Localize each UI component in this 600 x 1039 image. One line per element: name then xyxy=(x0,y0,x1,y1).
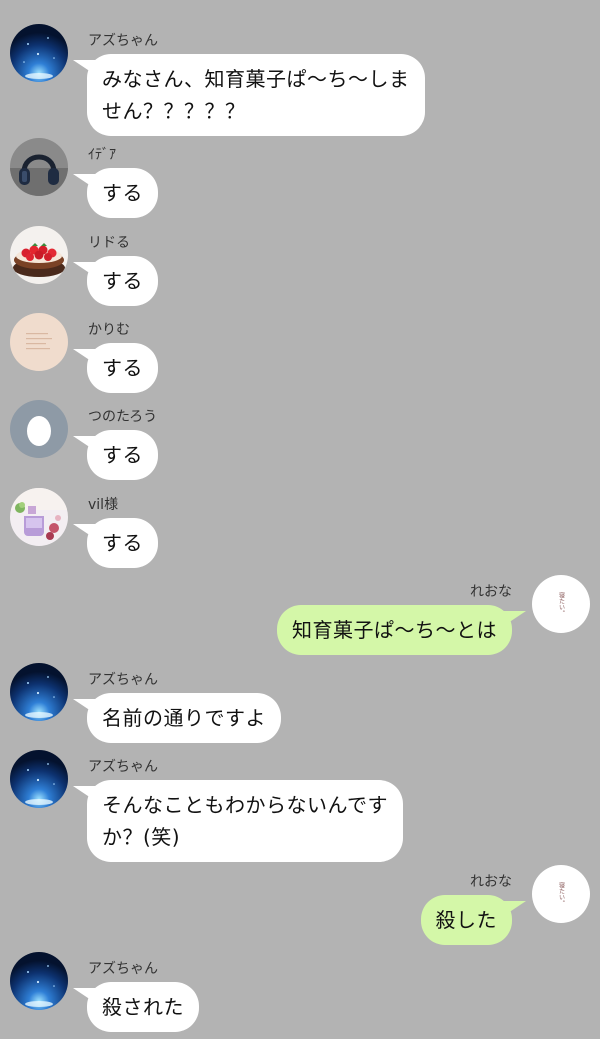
pale-text-avatar-icon[interactable] xyxy=(10,313,68,371)
egg-avatar-icon[interactable] xyxy=(10,400,68,458)
message-bubble[interactable]: する xyxy=(87,343,158,393)
message-bubble[interactable]: 知育菓子ぱ〜ち〜とは xyxy=(277,605,512,655)
sender-name: れおな xyxy=(470,584,512,600)
sender-name: かりむ xyxy=(88,322,130,338)
sender-name: れおな xyxy=(470,874,512,890)
blue-sparkle-avatar-icon[interactable] xyxy=(10,952,68,1010)
message-bubble[interactable]: 殺された xyxy=(87,982,199,1032)
perfume-avatar-icon[interactable] xyxy=(10,488,68,546)
sleepy-text-avatar-icon[interactable]: 寝たい。 xyxy=(532,575,590,633)
strawberry-tart-avatar-icon[interactable] xyxy=(10,226,68,284)
message-bubble[interactable]: する xyxy=(87,256,158,306)
blue-sparkle-avatar-icon[interactable] xyxy=(10,663,68,721)
headphones-avatar-icon[interactable] xyxy=(10,138,68,196)
message-bubble[interactable]: する xyxy=(87,430,158,480)
sender-name: アズちゃん xyxy=(88,961,158,977)
sleepy-text-avatar-icon[interactable]: 寝たい。 xyxy=(532,865,590,923)
avatar-text: 寝たい。 xyxy=(557,592,565,616)
blue-sparkle-avatar-icon[interactable] xyxy=(10,750,68,808)
message-bubble[interactable]: 殺した xyxy=(420,895,512,945)
sender-name: リドる xyxy=(88,235,130,251)
message-bubble[interactable]: 名前の通りですよ xyxy=(87,693,281,743)
sender-name: アズちゃん xyxy=(88,759,158,775)
sender-name: アズちゃん xyxy=(88,33,158,49)
blue-sparkle-avatar-icon[interactable] xyxy=(10,24,68,82)
chat-thread: アズちゃん みなさん、知育菓子ぱ〜ち〜しま せん？？？？？ ｲﾃﾞｱ する リド… xyxy=(0,0,600,1039)
message-bubble[interactable]: そんなこともわからないんです か？(笑) xyxy=(87,780,403,862)
sender-name: アズちゃん xyxy=(88,672,158,688)
sender-name: つのたろう xyxy=(88,409,158,425)
avatar-text: 寝たい。 xyxy=(557,882,565,906)
sender-name: ｲﾃﾞｱ xyxy=(88,147,116,163)
message-bubble[interactable]: する xyxy=(87,168,158,218)
message-bubble[interactable]: する xyxy=(87,518,158,568)
message-bubble[interactable]: みなさん、知育菓子ぱ〜ち〜しま せん？？？？？ xyxy=(87,54,425,136)
sender-name: vil様 xyxy=(88,497,119,513)
